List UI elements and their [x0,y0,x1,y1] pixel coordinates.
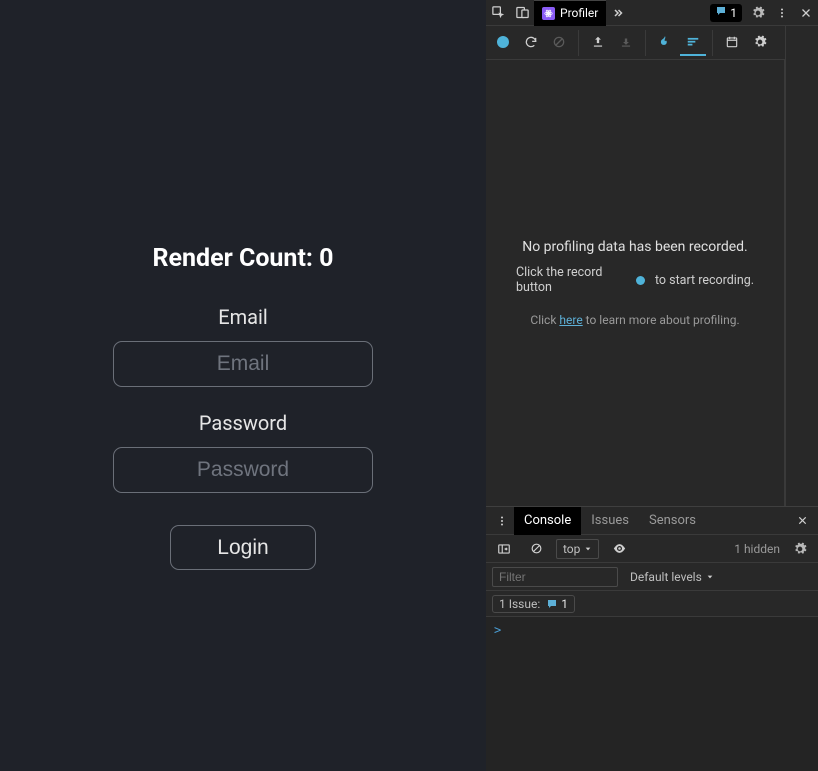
issues-badge-count: 1 [730,6,737,20]
clear-console-icon[interactable] [524,538,548,560]
upload-icon[interactable] [585,30,611,56]
clear-icon [546,30,572,56]
log-levels-selector[interactable]: Default levels [630,570,714,584]
context-selector[interactable]: top [556,539,599,559]
device-toolbar-icon[interactable] [510,2,534,24]
record-button[interactable] [490,30,516,56]
chevron-down-icon [706,573,714,581]
issues-pill-count: 1 [561,597,568,611]
ranked-icon[interactable] [680,30,706,56]
password-label: Password [199,411,287,435]
console-drawer: Console Issues Sensors top 1 hidde [486,506,818,771]
profiler-settings-icon[interactable] [747,30,773,56]
react-devtools-icon [542,7,555,20]
devtools-panel: Profiler 1 [486,0,818,771]
kebab-menu-icon[interactable] [770,2,794,24]
settings-icon[interactable] [746,2,770,24]
tab-issues[interactable]: Issues [581,507,639,535]
console-sidebar-toggle-icon[interactable] [492,538,516,560]
issues-chat-icon [715,5,727,20]
log-levels-label: Default levels [630,570,702,584]
more-tabs-icon[interactable] [606,2,630,24]
profiler-sidebar [785,26,818,506]
app-panel: Render Count: 0 Email Password Login [0,0,486,771]
email-field[interactable] [113,341,373,387]
profiler-hint-a: Click the record button [516,265,626,295]
context-selector-label: top [563,542,580,556]
password-field[interactable] [113,447,373,493]
console-toolbar: top 1 hidden [486,535,818,563]
inspect-element-icon[interactable] [486,2,510,24]
timeline-icon[interactable] [719,30,745,56]
console-prompt-caret: > [494,623,501,637]
tab-profiler-label: Profiler [560,6,598,20]
live-expression-icon[interactable] [607,538,631,560]
profiler-empty-state: No profiling data has been recorded. Cli… [486,60,785,506]
console-filter-input[interactable] [492,567,618,587]
tab-profiler[interactable]: Profiler [534,0,606,26]
flamegraph-icon[interactable] [652,30,678,56]
profiler-toolbar [486,26,785,60]
hidden-messages-count[interactable]: 1 hidden [734,542,780,556]
record-dot-icon [636,276,645,285]
console-filter-row: Default levels [486,563,818,591]
email-label: Email [218,305,268,329]
profiler-hint-b: to start recording. [655,273,754,288]
issues-badge[interactable]: 1 [710,4,742,22]
render-count-heading: Render Count: 0 [152,244,333,273]
issues-chat-icon: 1 [546,597,568,611]
drawer-kebab-icon[interactable] [490,510,514,532]
console-issues-row: 1 Issue: 1 [486,591,818,617]
drawer-tabbar: Console Issues Sensors [486,507,818,535]
devtools-tabbar: Profiler 1 [486,0,818,26]
chevron-down-icon [584,545,592,553]
close-drawer-icon[interactable] [790,510,814,532]
learn-more-link[interactable]: here [559,313,582,327]
profiler-nodata-text: No profiling data has been recorded. [522,239,748,255]
download-icon [613,30,639,56]
close-devtools-icon[interactable] [794,2,818,24]
console-output[interactable]: > [486,617,818,771]
issues-pill-label: 1 Issue: [499,597,540,611]
login-button[interactable]: Login [170,525,316,570]
profiler-learn-more: Click here to learn more about profiling… [530,313,739,327]
console-settings-icon[interactable] [788,538,812,560]
reload-icon[interactable] [518,30,544,56]
issues-pill[interactable]: 1 Issue: 1 [492,595,575,613]
tab-console[interactable]: Console [514,507,581,535]
tab-sensors[interactable]: Sensors [639,507,706,535]
